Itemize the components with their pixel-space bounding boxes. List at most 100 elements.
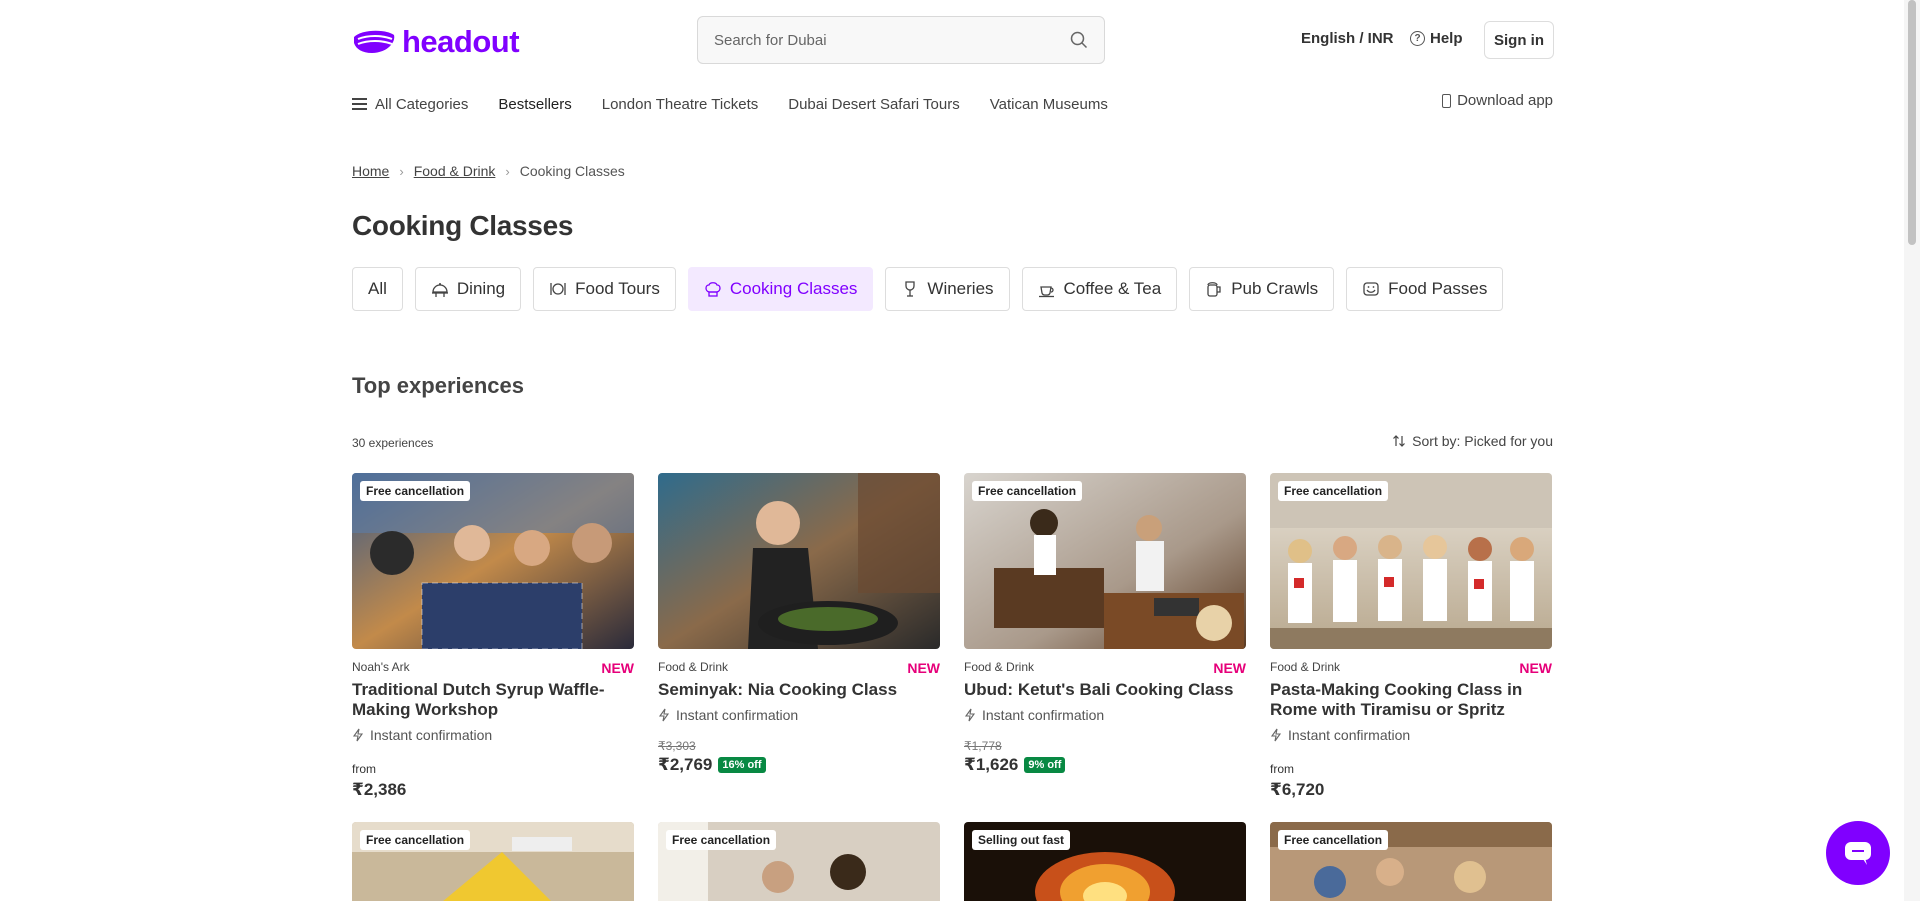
card-category: Noah's Ark [352,660,410,674]
sort-dropdown[interactable]: Sort by: Picked for you [1392,433,1553,449]
chip-label: Cooking Classes [729,279,858,298]
help-label: Help [1430,30,1463,47]
nav-item-bestsellers[interactable]: Bestsellers [498,96,571,113]
language-currency-selector[interactable]: English / INR [1301,30,1394,47]
experience-image[interactable]: Free cancellation [1270,473,1552,649]
original-price: ₹3,303 [658,739,696,753]
free-cancellation-tag: Free cancellation [1278,481,1389,501]
nav-item-dubai-desert-safari[interactable]: Dubai Desert Safari Tours [788,96,959,113]
experience-image[interactable]: Free cancellation [658,822,940,901]
experience-card[interactable]: Selling out fast [964,822,1246,901]
confirmation-label: Instant confirmation [982,707,1105,723]
experience-card[interactable]: Free cancellation Noah's Ark NEW Traditi… [352,473,634,800]
experience-card[interactable]: Free cancellation [352,822,634,901]
price: ₹2,769 [658,755,713,774]
chat-bubble-icon [1845,842,1871,865]
beer-mug-icon [1207,282,1221,297]
confirmation-label: Instant confirmation [370,727,493,743]
logo-text: headout [402,24,520,59]
price-from-label: from [352,762,376,776]
confirmation-label: Instant confirmation [1288,727,1411,743]
chip-label: All [368,279,387,298]
new-badge: NEW [601,660,634,676]
nav-item-vatican-museums[interactable]: Vatican Museums [990,96,1108,113]
help-link[interactable]: ? Help [1410,30,1463,47]
card-title[interactable]: Pasta-Making Cooking Class in Rome with … [1270,680,1552,720]
experience-image[interactable] [658,473,940,649]
page-scrollbar[interactable] [1904,0,1920,901]
experience-image[interactable]: Free cancellation [964,473,1246,649]
chip-wineries[interactable]: Wineries [885,267,1010,311]
instant-confirmation: Instant confirmation [352,727,634,743]
experience-grid: Free cancellation Noah's Ark NEW Traditi… [352,473,1553,901]
experience-card[interactable]: Food & Drink NEW Seminyak: Nia Cooking C… [658,473,940,800]
selling-out-fast-tag: Selling out fast [972,830,1071,850]
price: ₹2,386 [352,780,407,799]
chevron-right-icon: › [399,163,404,179]
experience-image[interactable]: Selling out fast [964,822,1246,901]
download-app-label: Download app [1457,92,1553,109]
chip-pub-crawls[interactable]: Pub Crawls [1189,267,1335,311]
logo-mark-icon [354,30,395,53]
sort-label: Sort by: Picked for you [1412,433,1553,449]
headout-logo[interactable]: headout [352,24,520,60]
category-chips: All Dining Food Tours Cooking Classes Wi… [352,267,1504,311]
chip-label: Food Tours [575,279,660,298]
card-title[interactable]: Traditional Dutch Syrup Waffle-Making Wo… [352,680,634,720]
page-title: Cooking Classes [352,210,574,241]
breadcrumb: Home › Food & Drink › Cooking Classes [352,163,625,179]
card-category: Food & Drink [658,660,729,674]
new-badge: NEW [1213,660,1246,676]
sort-icon [1393,435,1406,447]
card-title[interactable]: Ubud: Ketut's Bali Cooking Class [964,680,1246,700]
experience-image[interactable]: Free cancellation [352,822,634,901]
instant-confirmation: Instant confirmation [964,707,1246,723]
search-icon[interactable] [1070,31,1088,49]
all-categories-menu[interactable]: All Categories [352,96,468,113]
search-bar[interactable] [697,16,1105,64]
chevron-right-icon: › [505,163,510,179]
section-title: Top experiences [352,373,524,398]
sign-in-button[interactable]: Sign in [1484,21,1554,59]
lightning-bolt-icon [964,708,976,722]
chip-label: Coffee & Tea [1063,279,1162,298]
card-category: Food & Drink [1270,660,1341,674]
chip-food-passes[interactable]: Food Passes [1346,267,1504,311]
breadcrumb-food-drink[interactable]: Food & Drink [414,163,496,179]
search-input[interactable] [714,31,1070,49]
chip-label: Food Passes [1388,279,1488,298]
instant-confirmation: Instant confirmation [658,707,940,723]
new-badge: NEW [907,660,940,676]
help-icon: ? [1410,31,1425,46]
hamburger-menu-icon [352,98,367,110]
instant-confirmation: Instant confirmation [1270,727,1552,743]
chip-all[interactable]: All [352,267,403,311]
experience-card[interactable]: Free cancellation Food & Drink NEW Ubud:… [964,473,1246,800]
experience-card[interactable]: Free cancellation [1270,822,1552,901]
lightning-bolt-icon [352,728,364,742]
new-badge: NEW [1519,660,1552,676]
breadcrumb-home[interactable]: Home [352,163,389,179]
download-app-link[interactable]: Download app [1442,92,1553,109]
scrollbar-thumb[interactable] [1908,0,1916,245]
chip-cooking-classes[interactable]: Cooking Classes [687,267,874,311]
free-cancellation-tag: Free cancellation [666,830,777,850]
chip-dining[interactable]: Dining [414,267,522,311]
dining-icon [431,283,448,297]
experience-card[interactable]: Free cancellation [658,822,940,901]
chip-label: Wineries [927,279,994,298]
chip-food-tours[interactable]: Food Tours [533,267,676,311]
coffee-cup-icon [1038,286,1054,298]
card-title[interactable]: Seminyak: Nia Cooking Class [658,680,940,700]
free-cancellation-tag: Free cancellation [360,481,471,501]
chip-label: Dining [456,279,506,298]
chat-support-button[interactable] [1826,821,1890,885]
food-tours-icon [550,283,566,295]
nav-item-london-theatre[interactable]: London Theatre Tickets [602,96,759,113]
experience-image[interactable]: Free cancellation [1270,822,1552,901]
experience-card[interactable]: Free cancellation Food & Drink NEW Pasta… [1270,473,1552,800]
lightning-bolt-icon [658,708,670,722]
chip-coffee-tea[interactable]: Coffee & Tea [1021,267,1178,311]
free-cancellation-tag: Free cancellation [972,481,1083,501]
experience-image[interactable]: Free cancellation [352,473,634,649]
